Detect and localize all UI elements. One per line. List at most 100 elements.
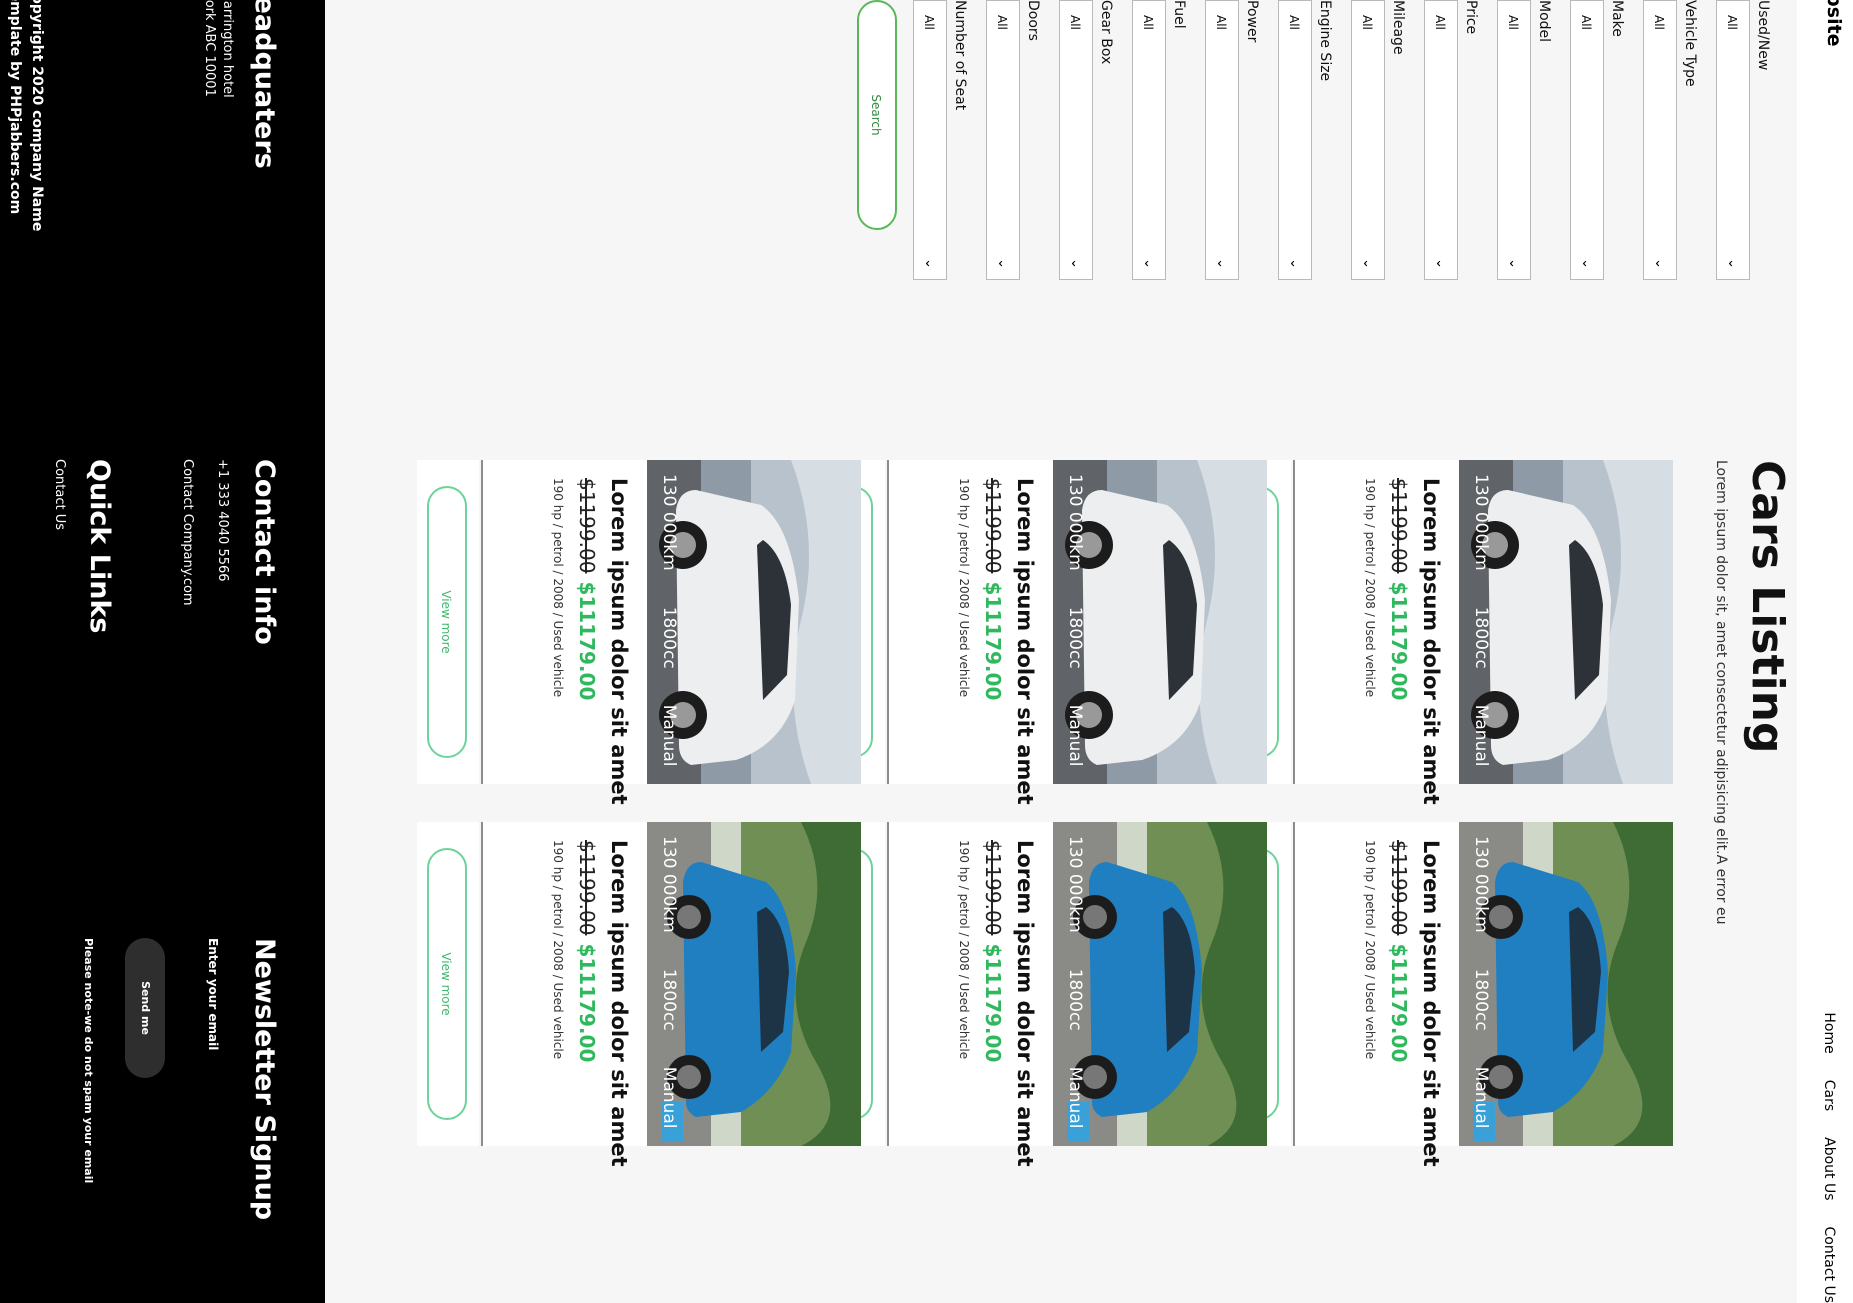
engine-text: 1800cc: [1471, 606, 1491, 669]
car-card[interactable]: 130 000km 1800cc Manual Lorem ipsum dolor s…: [417, 822, 861, 1167]
car-card[interactable]: 130 000km 1800cc Manual Lorem ipsum dolor s…: [417, 460, 861, 805]
filter-select[interactable]: All ⌄: [1351, 0, 1385, 280]
car-photo[interactable]: 130 000km 1800cc Manual: [1053, 822, 1267, 1146]
car-photo[interactable]: 130 000km 1800cc Manual: [647, 822, 861, 1146]
filter-label: Price: [1463, 0, 1479, 35]
old-price: $1199.00: [981, 840, 1005, 936]
footer-contact-title: Contact info: [249, 459, 280, 645]
car-photo[interactable]: 130 000km 1800cc Manual: [1459, 460, 1673, 784]
site-logo[interactable]: Website: [1823, 0, 1845, 47]
filter-list: Used/New All ⌄ Vehicle Type All ⌄ Make All ⌄ Mode…: [913, 0, 1773, 280]
car-price: $1199.00 $11179.00: [1387, 840, 1411, 1062]
mileage-text: 130 000km: [1471, 474, 1491, 571]
footer-hq-title: Headquaters: [249, 0, 280, 169]
new-price: $11179.00: [575, 943, 599, 1063]
filter-select[interactable]: All ⌄: [1059, 0, 1093, 280]
car-card-grid: 130 000km 1800cc Manual Lorem ipsum dolor s…: [417, 460, 1673, 1167]
car-card[interactable]: 130 000km 1800cc Manual Lorem ipsum dolor s…: [1229, 822, 1673, 1167]
car-title[interactable]: Lorem ipsum dolor sit amet: [1013, 478, 1037, 805]
filter-select-value: All: [1579, 15, 1593, 30]
chevron-down-icon: ⌄: [1433, 258, 1448, 269]
car-title[interactable]: Lorem ipsum dolor sit amet: [1419, 840, 1443, 1167]
filter-select[interactable]: All ⌄: [1497, 0, 1531, 280]
filter-label: Power: [1244, 0, 1260, 43]
car-card[interactable]: 130 000km 1800cc Manual Lorem ipsum dolor s…: [823, 822, 1267, 1167]
filter-label: Make: [1609, 0, 1625, 37]
nav-cars[interactable]: Cars: [1821, 1080, 1837, 1111]
footer-email[interactable]: Contact Company.com: [180, 459, 195, 606]
gearbox-text: Manual: [1065, 1066, 1085, 1129]
filter-select[interactable]: All ⌄: [986, 0, 1020, 280]
chevron-down-icon: ⌄: [1579, 258, 1594, 269]
car-meta: 190 hp / petrol / 2008 / Used vehicle: [957, 478, 971, 698]
filter-label: Used/New: [1755, 0, 1771, 71]
car-price: $1199.00 $11179.00: [575, 840, 599, 1062]
chevron-down-icon: ⌄: [922, 258, 937, 269]
car-specs-overlay: 130 000km 1800cc Manual: [659, 836, 679, 1128]
send-me-button[interactable]: Send me: [125, 938, 165, 1078]
filter-field: Power All ⌄: [1205, 0, 1262, 280]
nav-about-us[interactable]: About Us: [1821, 1137, 1837, 1200]
filter-label: Engine Size: [1317, 0, 1333, 82]
filter-select[interactable]: All ⌄: [1424, 0, 1458, 280]
filter-field: Price All ⌄: [1424, 0, 1481, 280]
car-photo[interactable]: 130 000km 1800cc Manual: [647, 460, 861, 784]
filter-field: Mileage All ⌄: [1351, 0, 1408, 280]
gearbox-text: Manual: [1471, 704, 1491, 767]
footer-hq-address-line1: Barrington hotel: [220, 0, 235, 98]
car-specs-overlay: 130 000km 1800cc Manual: [1471, 836, 1491, 1128]
filter-select[interactable]: All ⌄: [1132, 0, 1166, 280]
filter-field: Make All ⌄: [1570, 0, 1627, 280]
footer-link-contact-us[interactable]: Contact Us: [52, 459, 67, 530]
filter-select-value: All: [1214, 15, 1228, 30]
filter-select-value: All: [1141, 15, 1155, 30]
filter-select-value: All: [1506, 15, 1520, 30]
footer-newsletter-label: Enter your email: [206, 938, 220, 1051]
chevron-down-icon: ⌄: [1214, 258, 1229, 269]
car-photo[interactable]: 130 000km 1800cc Manual: [1053, 460, 1267, 784]
nav-contact-us[interactable]: Contact Us: [1821, 1227, 1837, 1303]
top-header: Website Home Cars About Us Contact Us: [1797, 0, 1853, 1303]
new-price: $11179.00: [1387, 581, 1411, 701]
filter-label: Mileage: [1390, 0, 1406, 55]
mileage-text: 130 000km: [1471, 836, 1491, 933]
filter-select-value: All: [1360, 15, 1374, 30]
filter-field: Used/New All ⌄: [1716, 0, 1773, 280]
chevron-down-icon: ⌄: [1360, 258, 1375, 269]
engine-text: 1800cc: [659, 968, 679, 1031]
filter-label: Vehicle Type: [1682, 0, 1698, 87]
car-specs-overlay: 130 000km 1800cc Manual: [1471, 474, 1491, 766]
new-price: $11179.00: [1387, 943, 1411, 1063]
filter-select[interactable]: All ⌄: [1205, 0, 1239, 280]
car-price: $1199.00 $11179.00: [1387, 478, 1411, 700]
car-title[interactable]: Lorem ipsum dolor sit amet: [607, 840, 631, 1167]
chevron-down-icon: ⌄: [1725, 258, 1740, 269]
filter-select[interactable]: All ⌄: [1570, 0, 1604, 280]
filter-select[interactable]: All ⌄: [1278, 0, 1312, 280]
car-card[interactable]: 130 000km 1800cc Manual Lorem ipsum dolor s…: [1229, 460, 1673, 805]
old-price: $1199.00: [1387, 478, 1411, 574]
main-nav: Home Cars About Us Contact Us: [1821, 1012, 1837, 1303]
car-title[interactable]: Lorem ipsum dolor sit amet: [1013, 840, 1037, 1167]
new-price: $11179.00: [981, 581, 1005, 701]
filter-field: Engine Size All ⌄: [1278, 0, 1335, 280]
car-title[interactable]: Lorem ipsum dolor sit amet: [607, 478, 631, 805]
car-title[interactable]: Lorem ipsum dolor sit amet: [1419, 478, 1443, 805]
filter-label: Doors: [1025, 0, 1041, 41]
car-meta: 190 hp / petrol / 2008 / Used vehicle: [1363, 840, 1377, 1060]
nav-home[interactable]: Home: [1821, 1012, 1837, 1053]
filter-select[interactable]: All ⌄: [913, 0, 947, 280]
footer-newsletter-note: Please note-we do not spam your email: [82, 938, 95, 1184]
car-card[interactable]: 130 000km 1800cc Manual Lorem ipsum dolor s…: [823, 460, 1267, 805]
view-more-button[interactable]: View more: [427, 486, 467, 758]
filter-label: Number of Seat: [952, 0, 968, 111]
filter-select[interactable]: All ⌄: [1716, 0, 1750, 280]
chevron-down-icon: ⌄: [1068, 258, 1083, 269]
filter-select[interactable]: All ⌄: [1643, 0, 1677, 280]
filter-select-value: All: [995, 15, 1009, 30]
filter-field: Model All ⌄: [1497, 0, 1554, 280]
car-photo[interactable]: 130 000km 1800cc Manual: [1459, 822, 1673, 1146]
view-more-button[interactable]: View more: [427, 848, 467, 1120]
car-meta: 190 hp / petrol / 2008 / Used vehicle: [957, 840, 971, 1060]
search-button[interactable]: Search: [857, 0, 897, 230]
